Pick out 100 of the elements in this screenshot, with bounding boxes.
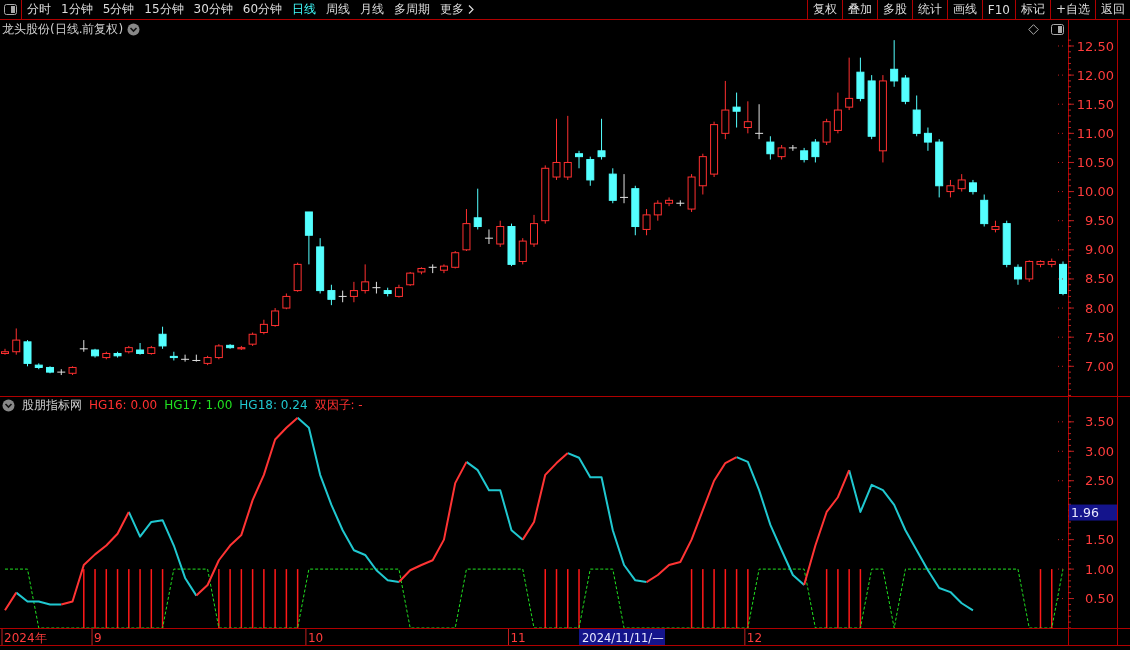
candle	[180, 354, 190, 363]
candle	[1059, 260, 1067, 296]
candle	[552, 118, 561, 181]
candle	[777, 144, 786, 161]
candle	[980, 194, 989, 228]
period-tab[interactable]: 5分钟	[97, 0, 140, 19]
candle	[518, 237, 527, 265]
candle	[619, 173, 629, 204]
candle	[293, 262, 302, 293]
legend-value: HG18: 0.24	[239, 398, 308, 412]
toolbar-button[interactable]: 多股	[876, 0, 912, 19]
candle	[845, 57, 854, 111]
candle	[484, 228, 494, 245]
signal-bar	[724, 569, 727, 628]
candle	[901, 74, 910, 105]
candle	[957, 173, 966, 193]
candle	[282, 293, 291, 310]
toolbar-button[interactable]: 复权	[806, 0, 842, 19]
axis-label: 8.50	[1085, 271, 1114, 287]
candle	[417, 266, 426, 275]
date-label: 12	[746, 631, 763, 645]
candle	[304, 211, 313, 265]
period-tab[interactable]: 1分钟	[56, 0, 98, 19]
toolbar-button[interactable]: 画线	[946, 0, 982, 19]
candle	[822, 118, 831, 146]
toolbar-button[interactable]: 统计	[911, 0, 947, 19]
period-tab[interactable]: 日线	[287, 0, 322, 19]
period-tab[interactable]: 15分钟	[139, 0, 189, 19]
candle	[1002, 220, 1011, 268]
diamond-icon[interactable]	[1028, 24, 1039, 35]
collapse-icon[interactable]	[2, 398, 15, 412]
candle	[968, 179, 977, 195]
candle	[1047, 258, 1056, 268]
axis-label: 12.00	[1076, 67, 1114, 83]
candle	[91, 348, 100, 359]
candle	[721, 80, 730, 140]
candle	[226, 343, 235, 350]
axis-label: 3.00	[1085, 443, 1114, 459]
panel-icon[interactable]	[4, 4, 17, 15]
candle	[575, 150, 583, 169]
period-tab[interactable]: 分时	[22, 0, 56, 19]
candle	[473, 188, 482, 230]
signal-bar	[690, 569, 693, 628]
candle	[912, 95, 921, 137]
candle	[462, 208, 471, 252]
period-tab[interactable]: 月线	[355, 0, 390, 19]
toolbar-button[interactable]: 返回	[1095, 0, 1130, 19]
more-button[interactable]: 更多	[435, 0, 481, 19]
axis-label: 10.50	[1076, 154, 1114, 170]
candle	[191, 354, 201, 363]
candle	[124, 345, 133, 354]
date-label: 11	[510, 631, 526, 645]
axis-label: 7.00	[1085, 358, 1114, 374]
axis-label: 11.00	[1076, 125, 1114, 141]
candle	[631, 185, 640, 236]
candle	[316, 237, 325, 294]
period-tab[interactable]: 周线	[321, 0, 356, 19]
candle	[79, 339, 89, 353]
panel-toggle-icon[interactable]	[1051, 24, 1064, 35]
signal-bar	[285, 569, 288, 628]
candle	[271, 307, 280, 328]
candle	[237, 345, 246, 351]
toolbar-button[interactable]: F10	[981, 0, 1015, 19]
candle	[541, 164, 550, 225]
candle	[856, 57, 865, 102]
legend-value: HG16: 0.00	[89, 398, 158, 412]
candle	[496, 220, 505, 248]
candle	[935, 138, 944, 198]
candle	[383, 287, 392, 297]
candle	[710, 121, 719, 178]
toolbar-button[interactable]: +自选	[1049, 0, 1095, 19]
candle	[743, 100, 752, 134]
candle	[23, 339, 32, 367]
period-tab[interactable]: 60分钟	[237, 0, 288, 19]
period-tab[interactable]: 多周期	[389, 0, 436, 19]
candle	[439, 263, 448, 274]
toolbar-button[interactable]: 叠加	[841, 0, 877, 19]
axis-label: 0.50	[1085, 591, 1114, 607]
candle	[406, 271, 415, 287]
candle	[327, 284, 336, 306]
signal-bar	[859, 569, 862, 628]
candle	[68, 365, 77, 376]
candle	[1014, 263, 1022, 286]
candle	[56, 368, 66, 376]
candle	[833, 92, 842, 134]
period-tab[interactable]: 30分钟	[188, 0, 238, 19]
toolbar-button[interactable]: 标记	[1014, 0, 1050, 19]
candle	[687, 173, 696, 213]
candle	[394, 284, 403, 299]
candle	[259, 319, 268, 335]
candle	[732, 92, 741, 128]
candle	[113, 351, 122, 359]
signal-bar	[251, 569, 254, 628]
candle	[214, 343, 223, 360]
axis-label: 2.50	[1085, 473, 1114, 489]
signal-bar	[150, 569, 153, 628]
chevron-right-icon	[467, 4, 476, 15]
candle	[102, 351, 111, 360]
candle	[12, 327, 21, 356]
dropdown-icon[interactable]	[127, 23, 141, 36]
